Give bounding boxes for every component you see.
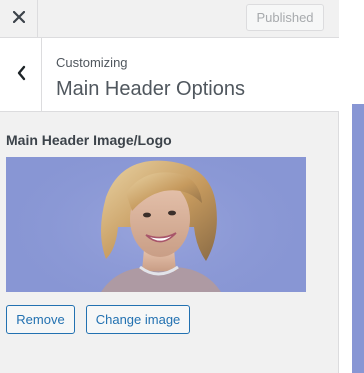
chevron-left-icon	[16, 65, 26, 86]
customizer-topbar: Published	[0, 0, 339, 38]
preview-header-strip	[352, 104, 364, 373]
close-button[interactable]	[0, 0, 38, 38]
customizer-panel: Published Customizing Main Header Option…	[0, 0, 339, 373]
remove-button[interactable]: Remove	[6, 305, 75, 334]
change-image-button[interactable]: Change image	[86, 305, 190, 334]
preview-area	[340, 0, 364, 373]
header-logo-image	[6, 157, 306, 292]
section-header: Customizing Main Header Options	[0, 38, 339, 112]
back-button[interactable]	[0, 38, 42, 112]
publish-button[interactable]: Published	[246, 4, 324, 31]
page-title: Main Header Options	[56, 78, 245, 100]
control-label: Main Header Image/Logo	[6, 132, 172, 148]
close-icon	[12, 10, 25, 28]
breadcrumb: Customizing	[56, 55, 128, 70]
